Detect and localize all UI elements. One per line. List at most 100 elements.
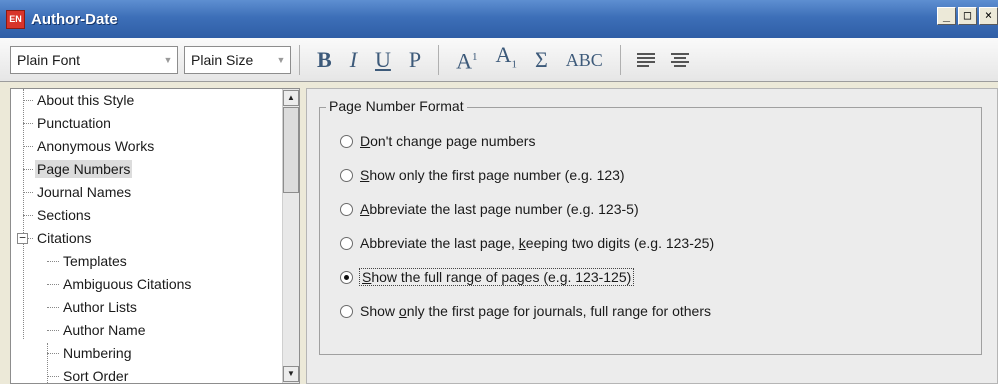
radio-button[interactable] [340,202,353,216]
tree-item-anonymous-works[interactable]: Anonymous Works [11,135,283,158]
endnote-logo-icon: EN [6,9,25,29]
chevron-down-icon[interactable]: ▼ [272,47,290,73]
scroll-down-icon[interactable]: ▼ [283,366,299,382]
option-access-key: o [398,303,407,319]
tree-item-ambiguous-citations[interactable]: Ambiguous Citations [11,273,283,296]
tree-item-label: Ambiguous Citations [63,276,192,292]
superscript-mark: 1 [472,51,478,64]
logo-text: EN [9,13,22,24]
collapse-icon[interactable]: − [17,232,28,244]
size-dropdown[interactable]: Plain Size ▼ [184,45,291,74]
tree-item-label: Author Lists [63,299,137,315]
toolbar-separator [299,44,300,75]
option-access-key: A [360,201,370,217]
option-access-key: D [360,133,371,149]
toolbar-separator [438,44,440,75]
superscript-button[interactable]: A1 [447,42,486,76]
title-bar[interactable]: EN Author-Date _ □ × [0,0,998,38]
option-access-key: k [518,235,526,251]
tree-item-label: Numbering [63,345,132,361]
format-toolbar: Plain Font ▼ Plain Size ▼ B I U P A1 A1 … [0,38,998,82]
tree-list: About this Style Punctuation Anonymous W… [11,89,283,384]
window-title: Author-Date [31,10,118,28]
option-label[interactable]: Abbreviate the last page number (e.g. 12… [360,201,639,217]
tree-item-label: Punctuation [37,115,111,131]
smallcaps-button[interactable]: ABC [557,44,612,75]
option-text-post: how only the first page number (e.g. 123… [369,167,625,183]
underline-button[interactable]: U [366,45,400,75]
font-dropdown[interactable]: Plain Font ▼ [10,45,178,74]
font-dropdown-value: Plain Font [17,51,81,68]
tree-item-label: Anonymous Works [37,138,155,154]
option-full-range[interactable]: Show the full range of pages (e.g. 123-1… [340,266,635,288]
option-label[interactable]: Show the full range of pages (e.g. 123-1… [358,268,635,286]
subscript-button[interactable]: A1 [487,40,526,79]
italic-button[interactable]: I [341,45,366,75]
tree-item-templates[interactable]: Templates [11,250,283,273]
option-abbreviate-last[interactable]: Abbreviate the last page number (e.g. 12… [340,198,639,220]
plain-button[interactable]: P [400,45,430,75]
align-left-icon[interactable] [636,52,655,67]
radio-button[interactable] [340,236,353,250]
option-label[interactable]: Don't change page numbers [360,133,535,149]
tree-item-sort-order[interactable]: Sort Order [11,365,283,384]
radio-button[interactable] [340,168,353,182]
tree-item-label: Sections [37,207,91,223]
radio-button-selected[interactable] [340,270,353,284]
symbol-button[interactable]: Σ [526,45,557,75]
maximize-button[interactable]: □ [958,7,977,25]
tree-item-label: About this Style [37,92,135,108]
option-text-pre: Abbreviate the last page, [360,235,519,251]
tree-scrollbar[interactable]: ▲ ▼ [282,89,299,383]
radio-button[interactable] [340,134,353,148]
option-first-page-journals[interactable]: Show only the first page for journals, f… [340,300,711,322]
scroll-thumb[interactable] [283,107,299,193]
radio-button[interactable] [340,304,353,318]
option-abbreviate-two-digits[interactable]: Abbreviate the last page, keeping two di… [340,232,714,254]
smallcaps-glyph: ABC [565,50,603,70]
tree-item-sections[interactable]: Sections [11,204,283,227]
align-center-icon[interactable] [670,52,689,67]
settings-tree: About this Style Punctuation Anonymous W… [10,88,300,384]
option-text-post: how the full range of pages (e.g. 123-12… [371,269,632,285]
tree-item-punctuation[interactable]: Punctuation [11,112,283,135]
option-access-key: S [360,167,370,183]
chevron-down-icon[interactable]: ▼ [159,47,177,73]
option-label[interactable]: Show only the first page number (e.g. 12… [360,167,625,183]
tree-item-label: Templates [63,253,127,269]
tree-item-label: Author Name [63,322,146,338]
page-numbers-panel: Page Number Format Don't change page num… [306,88,998,384]
tree-item-label: Sort Order [63,368,129,384]
page-number-format-group: Page Number Format Don't change page num… [319,98,982,355]
tree-item-about-this-style[interactable]: About this Style [11,89,283,112]
tree-item-journal-names[interactable]: Journal Names [11,181,283,204]
close-button[interactable]: × [979,7,998,25]
size-dropdown-value: Plain Size [191,51,254,68]
option-text-post: bbreviate the last page number (e.g. 123… [369,201,639,217]
option-label[interactable]: Show only the first page for journals, f… [360,303,711,319]
option-access-key: S [362,269,372,285]
option-text-post: nly the first page for journals, full ra… [406,303,711,319]
toolbar-separator [619,44,621,75]
tree-item-label: Journal Names [37,184,132,200]
tree-item-author-name[interactable]: Author Name [11,319,283,342]
superscript-glyph: A [456,48,473,74]
subscript-glyph: A [495,41,512,67]
option-text-pre: Show [360,303,399,319]
option-text-post: eeping two digits (e.g. 123-25) [525,235,715,251]
minimize-button[interactable]: _ [937,7,956,25]
tree-item-author-lists[interactable]: Author Lists [11,296,283,319]
tree-item-citations[interactable]: − Citations [11,227,283,250]
subscript-mark: 1 [511,58,517,71]
option-label[interactable]: Abbreviate the last page, keeping two di… [360,235,714,251]
tree-item-page-numbers[interactable]: Page Numbers [11,158,283,181]
tree-item-numbering[interactable]: Numbering [11,342,283,365]
option-dont-change[interactable]: Don't change page numbers [340,130,535,152]
option-first-page-only[interactable]: Show only the first page number (e.g. 12… [340,164,625,186]
scroll-up-icon[interactable]: ▲ [283,90,299,106]
window-controls: _ □ × [935,7,998,25]
tree-item-label: Page Numbers [35,160,133,178]
bold-button[interactable]: B [308,45,341,75]
style-editor-window: EN Author-Date _ □ × Plain Font ▼ Plain … [0,0,998,384]
group-title: Page Number Format [326,98,467,114]
